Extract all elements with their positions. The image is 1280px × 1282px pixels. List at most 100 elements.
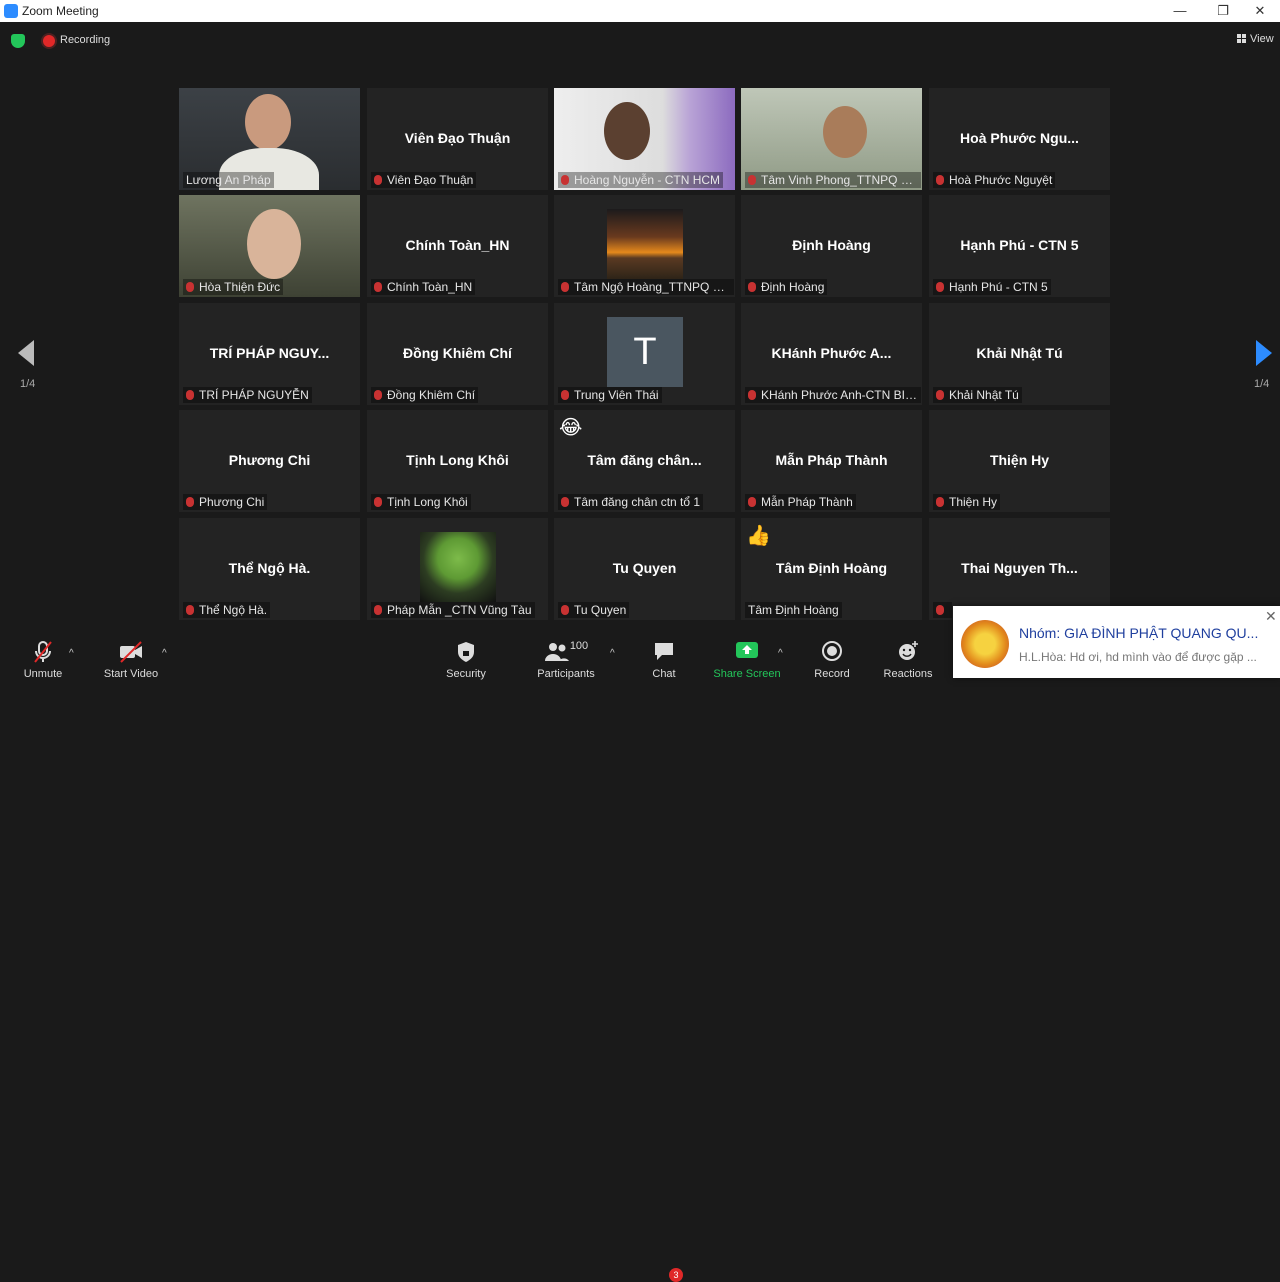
minimize-button[interactable]: — — [1160, 0, 1200, 22]
share-screen-label: Share Screen — [713, 668, 781, 680]
mic-muted-icon — [186, 497, 194, 507]
video-options-chevron-icon[interactable]: ^ — [162, 648, 167, 659]
close-notification-icon[interactable]: ✕ — [1265, 608, 1277, 625]
mic-muted-icon — [186, 282, 194, 292]
share-options-chevron-icon[interactable]: ^ — [778, 648, 783, 659]
video-off-icon — [118, 640, 144, 664]
participant-tile[interactable]: Tu Quyen Tu Quyen — [554, 518, 735, 620]
participant-tile[interactable]: Tâm Vinh Phong_TTNPQ Đ... — [741, 88, 922, 190]
participant-name: Lương An Pháp — [183, 172, 274, 188]
notification-title: Nhóm: GIA ĐÌNH PHẬT QUANG QU... — [1019, 625, 1259, 641]
chat-button[interactable]: Chat — [646, 630, 682, 680]
participant-tile[interactable]: Thiện Hy Thiện Hy — [929, 410, 1110, 512]
security-button[interactable]: Security — [440, 630, 492, 680]
participant-tile[interactable]: Tịnh Long Khôi Tịnh Long Khôi — [367, 410, 548, 512]
previous-page-arrow-icon[interactable] — [18, 340, 34, 366]
participant-face — [604, 102, 650, 160]
share-screen-icon — [735, 640, 759, 664]
participant-tile[interactable]: Viên Đạo Thuận Viên Đạo Thuận — [367, 88, 548, 190]
mic-muted-icon — [748, 282, 756, 292]
view-label: View — [1250, 33, 1274, 45]
participant-name: Khải Nhật Tú — [933, 387, 1022, 403]
participant-display-name: Định Hoàng — [792, 237, 871, 253]
record-button[interactable]: Record — [810, 630, 854, 680]
participant-tile[interactable]: Thể Ngộ Hà. Thể Ngộ Hà. — [179, 518, 360, 620]
next-page-arrow-icon[interactable] — [1256, 340, 1272, 366]
participant-name: Tâm đăng chân ctn tổ 1 — [558, 494, 704, 510]
participant-tile[interactable]: Đồng Khiêm Chí Đồng Khiêm Chí — [367, 303, 548, 405]
participant-tile[interactable]: Chính Toàn_HN Chính Toàn_HN — [367, 195, 548, 297]
cactus-profile-picture — [420, 532, 496, 602]
chat-unread-badge: 3 — [669, 1268, 683, 1282]
participant-display-name: Thai Nguyen Th... — [961, 560, 1078, 576]
participant-name: Tịnh Long Khôi — [371, 494, 471, 510]
participant-name: Trung Viên Thái — [558, 387, 662, 403]
participant-tile[interactable]: Định Hoàng Định Hoàng — [741, 195, 922, 297]
participant-face — [245, 94, 291, 150]
participant-name: Hạnh Phú - CTN 5 — [933, 279, 1051, 295]
participant-tile[interactable]: T Trung Viên Thái — [554, 303, 735, 405]
participant-tile[interactable]: KHánh Phước A... KHánh Phước Anh-CTN BIÊ… — [741, 303, 922, 405]
participant-display-name: Chính Toàn_HN — [405, 237, 510, 253]
participant-name: Tu Quyen — [558, 602, 630, 618]
participant-tile[interactable]: Tâm Ngộ Hoàng_TTNPQ N... — [554, 195, 735, 297]
restore-button[interactable]: ❐ — [1203, 0, 1243, 22]
participant-tile[interactable]: 👍 Tâm Định Hoàng Tâm Định Hoàng — [741, 518, 922, 620]
close-button[interactable]: ✕ — [1240, 0, 1280, 22]
participant-name: Hòa Thiện Đức — [183, 279, 284, 295]
participant-name: Mẫn Pháp Thành — [745, 494, 856, 510]
participant-display-name: TRÍ PHÁP NGUY... — [209, 345, 330, 361]
participant-name: Tâm Ngộ Hoàng_TTNPQ N... — [558, 279, 734, 295]
recording-label[interactable]: Recording — [60, 34, 110, 46]
participant-tile[interactable]: Hoà Phước Ngu... Hoà Phước Nguyệt — [929, 88, 1110, 190]
grid-view-icon — [1237, 34, 1246, 43]
participant-tile[interactable]: TRÍ PHÁP NGUY... TRÍ PHÁP NGUYỄN — [179, 303, 360, 405]
reactions-button[interactable]: Reactions — [880, 630, 936, 680]
unmute-button[interactable]: Unmute — [18, 630, 68, 680]
participants-options-chevron-icon[interactable]: ^ — [610, 648, 615, 659]
record-icon — [821, 640, 843, 664]
participant-tile[interactable]: Hạnh Phú - CTN 5 Hạnh Phú - CTN 5 — [929, 195, 1110, 297]
participant-display-name: Tâm đăng chân... — [587, 452, 702, 468]
participant-name: Thiện Hy — [933, 494, 1001, 510]
mic-muted-icon — [186, 605, 194, 615]
participant-tile[interactable]: Phương Chi Phương Chi — [179, 410, 360, 512]
participant-tile[interactable]: 😂 Tâm đăng chân... Tâm đăng chân ctn tổ … — [554, 410, 735, 512]
participant-tile[interactable]: Mẫn Pháp Thành Mẫn Pháp Thành — [741, 410, 922, 512]
chat-label: Chat — [652, 668, 676, 680]
view-button[interactable]: View — [1237, 33, 1274, 45]
participants-button[interactable]: 100 Participants — [533, 630, 599, 680]
audio-options-chevron-icon[interactable]: ^ — [69, 648, 74, 659]
participant-name: KHánh Phước Anh-CTN BIÊ... — [745, 387, 921, 403]
participant-display-name: Thể Ngộ Hà. — [228, 560, 311, 576]
mic-muted-icon — [936, 282, 944, 292]
participant-name: Chính Toàn_HN — [371, 279, 476, 295]
thumbs-up-reaction-icon: 👍 — [746, 525, 771, 547]
participant-display-name: Hoà Phước Ngu... — [960, 130, 1079, 146]
share-screen-button[interactable]: Share Screen — [711, 630, 783, 680]
participant-display-name: Viên Đạo Thuận — [404, 130, 511, 146]
participant-tile[interactable]: Hòa Thiện Đức — [179, 195, 360, 297]
mic-muted-icon — [374, 282, 382, 292]
reactions-label: Reactions — [883, 668, 933, 680]
participant-name: Pháp Mẫn _CTN Vũng Tàu — [371, 602, 535, 618]
security-shield-icon[interactable] — [11, 34, 25, 48]
start-video-button[interactable]: Start Video — [100, 630, 162, 680]
record-label: Record — [814, 668, 850, 680]
mic-muted-icon — [561, 497, 569, 507]
participant-face — [247, 209, 301, 279]
participant-tile[interactable]: Lương An Pháp — [179, 88, 360, 190]
chat-notification[interactable]: Nhóm: GIA ĐÌNH PHẬT QUANG QU... H.L.Hòa:… — [953, 606, 1280, 678]
participant-display-name: Tu Quyen — [612, 560, 677, 576]
participant-tile[interactable]: Hoàng Nguyễn - CTN HCM — [554, 88, 735, 190]
start-video-label: Start Video — [103, 668, 159, 680]
mic-muted-icon — [374, 175, 382, 185]
participant-tile[interactable]: Thai Nguyen Th... — [929, 518, 1110, 620]
participant-tile[interactable]: Pháp Mẫn _CTN Vũng Tàu — [367, 518, 548, 620]
mic-muted-icon — [186, 390, 194, 400]
participant-tile[interactable]: Khải Nhật Tú Khải Nhật Tú — [929, 303, 1110, 405]
participant-name: Phương Chi — [183, 494, 268, 510]
mic-muted-icon — [374, 605, 382, 615]
mic-muted-icon — [936, 390, 944, 400]
shield-icon — [456, 640, 476, 664]
